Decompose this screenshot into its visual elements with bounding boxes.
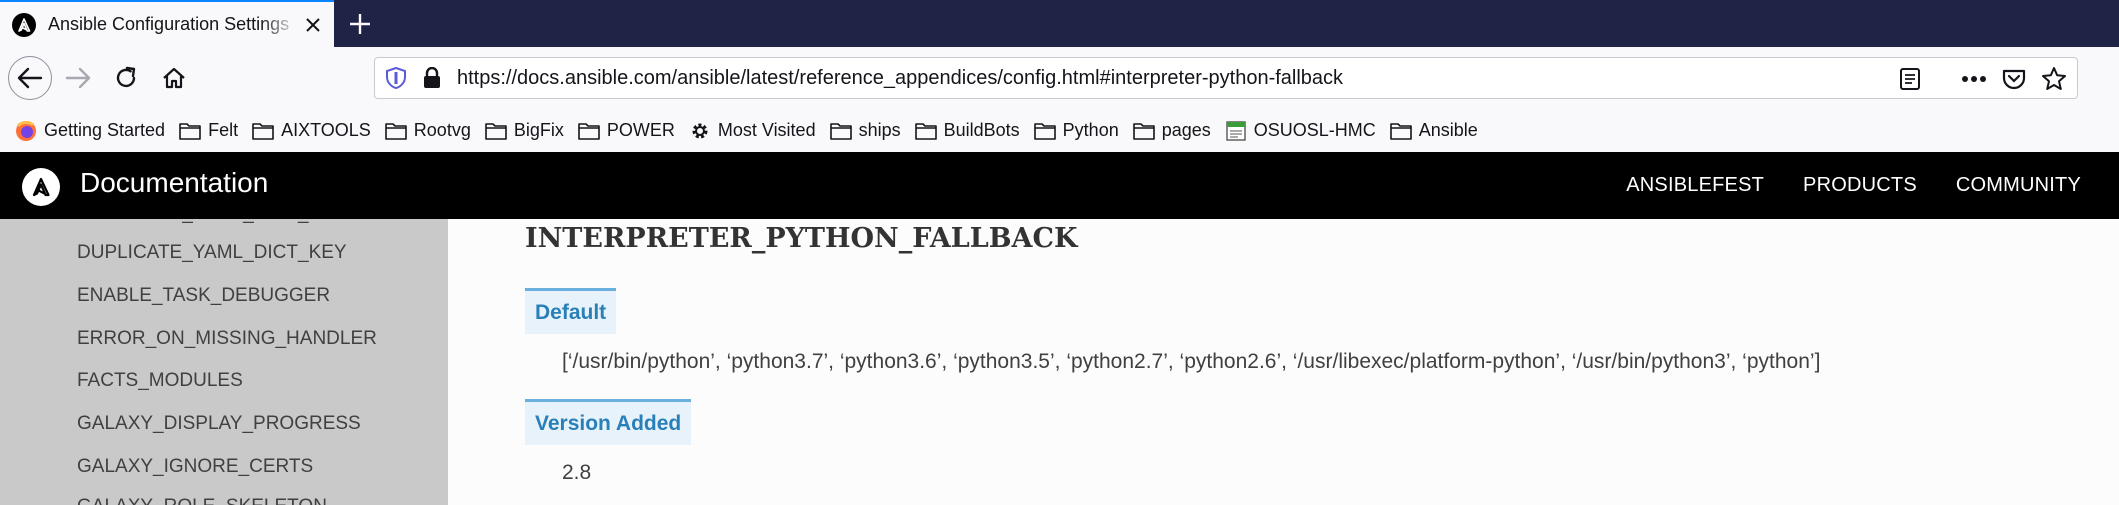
site-header: Documentation ANSIBLEFEST PRODUCTS COMMU… — [0, 152, 2119, 219]
bookmark-item[interactable]: Felt — [178, 120, 238, 142]
forward-button[interactable] — [58, 58, 98, 98]
nav-ansiblefest[interactable]: ANSIBLEFEST — [1626, 174, 1764, 197]
ansible-favicon-icon — [12, 12, 36, 37]
bookmark-item[interactable]: Rootvg — [384, 120, 471, 142]
tab-title: Ansible Configuration Settings — [48, 14, 290, 34]
version-added-label: Version Added — [525, 399, 692, 445]
folder-icon — [384, 120, 408, 142]
default-value: [‘/usr/bin/python’, ‘python3.7’, ‘python… — [562, 350, 1821, 373]
bookmark-item[interactable]: ships — [829, 120, 901, 142]
bookmark-item[interactable]: Python — [1033, 120, 1119, 142]
bookmark-item[interactable]: Getting Started — [14, 120, 165, 142]
lock-icon[interactable] — [421, 65, 443, 91]
bookmark-label: Most Visited — [717, 120, 816, 140]
reload-button[interactable] — [106, 58, 146, 98]
bookmark-label: BuildBots — [943, 120, 1020, 140]
sidebar-item-partial[interactable]: DUPLICATE_YAML_DICT_KEY — [77, 219, 347, 225]
bookmark-label: ships — [858, 120, 901, 140]
folder-icon — [1132, 120, 1156, 142]
default-label: Default — [525, 288, 617, 334]
bookmark-item[interactable]: Ansible — [1389, 120, 1478, 142]
tracking-protection-shield-icon[interactable] — [383, 65, 409, 91]
section-heading: INTERPRETER_PYTHON_FALLBACK — [525, 223, 1078, 254]
bookmark-item[interactable]: pages — [1132, 120, 1211, 142]
bookmark-item[interactable]: BuildBots — [914, 120, 1020, 142]
folder-icon — [1033, 120, 1057, 142]
bookmark-label: Felt — [208, 120, 239, 140]
sidebar-item[interactable]: DUPLICATE_YAML_DICT_KEY — [77, 242, 347, 264]
folder-icon — [178, 120, 202, 142]
bookmark-label: AIXTOOLS — [281, 120, 371, 140]
ansible-logo-icon[interactable] — [22, 168, 60, 206]
bookmarks-toolbar: Getting Started Felt AIXTOOLS Rootvg BigFix P… — [0, 109, 2119, 152]
bookmark-label: BigFix — [513, 120, 564, 140]
sidebar-item[interactable]: ERROR_ON_MISSING_HANDLER — [77, 328, 377, 350]
sidebar-item[interactable]: GALAXY_DISPLAY_PROGRESS — [77, 413, 361, 435]
bookmark-label: Getting Started — [44, 120, 166, 140]
bookmark-label: Ansible — [1418, 120, 1478, 140]
page-icon — [1224, 120, 1248, 142]
folder-icon — [251, 120, 275, 142]
pocket-icon[interactable] — [1999, 64, 2029, 94]
sidebar: DUPLICATE_YAML_DICT_KEY DUPLICATE_YAML_D… — [0, 219, 448, 505]
bookmark-label: POWER — [606, 120, 675, 140]
home-button[interactable] — [154, 58, 194, 98]
bookmark-item[interactable]: Most Visited — [688, 120, 816, 142]
folder-icon — [577, 120, 601, 142]
sidebar-item[interactable]: GALAXY_ROLE_SKELETON — [77, 496, 327, 505]
bookmark-item[interactable]: OSUOSL-HMC — [1224, 120, 1376, 142]
site-nav: ANSIBLEFEST PRODUCTS COMMUNITY — [1626, 174, 2081, 197]
address-bar[interactable]: https://docs.ansible.com/ansible/latest/… — [374, 57, 2078, 99]
sidebar-item[interactable]: ENABLE_TASK_DEBUGGER — [77, 285, 330, 307]
version-added-value: 2.8 — [562, 461, 592, 484]
browser-tab[interactable]: Ansible Configuration Settings — [0, 0, 334, 47]
bookmark-label: Python — [1062, 120, 1119, 140]
site-title[interactable]: Documentation — [80, 167, 268, 199]
close-tab-icon[interactable] — [302, 14, 324, 36]
bookmark-label: pages — [1161, 120, 1211, 140]
page-actions-menu-icon[interactable] — [1959, 64, 1989, 94]
firefox-icon — [14, 120, 38, 142]
nav-community[interactable]: COMMUNITY — [1956, 174, 2081, 197]
url-text[interactable]: https://docs.ansible.com/ansible/latest/… — [457, 67, 1343, 90]
folder-icon — [829, 120, 853, 142]
bookmark-item[interactable]: BigFix — [484, 120, 564, 142]
folder-icon — [1389, 120, 1413, 142]
nav-products[interactable]: PRODUCTS — [1803, 174, 1917, 197]
tab-strip: Ansible Configuration Settings — [0, 0, 2119, 47]
gear-icon — [688, 120, 712, 142]
reader-view-icon[interactable] — [1895, 64, 1925, 94]
navigation-toolbar: https://docs.ansible.com/ansible/latest/… — [0, 47, 2119, 109]
bookmark-label: OSUOSL-HMC — [1253, 120, 1376, 140]
folder-icon — [484, 120, 508, 142]
main-content: INTERPRETER_PYTHON_FALLBACK Default [‘/u… — [448, 219, 2119, 505]
back-button[interactable] — [8, 56, 52, 100]
bookmark-item[interactable]: AIXTOOLS — [251, 120, 371, 142]
sidebar-item[interactable]: FACTS_MODULES — [77, 370, 243, 392]
bookmark-item[interactable]: POWER — [577, 120, 675, 142]
folder-icon — [914, 120, 938, 142]
bookmark-label: Rootvg — [413, 120, 471, 140]
bookmark-star-icon[interactable] — [2039, 64, 2069, 94]
sidebar-item[interactable]: GALAXY_IGNORE_CERTS — [77, 456, 313, 478]
new-tab-icon[interactable] — [344, 8, 376, 40]
